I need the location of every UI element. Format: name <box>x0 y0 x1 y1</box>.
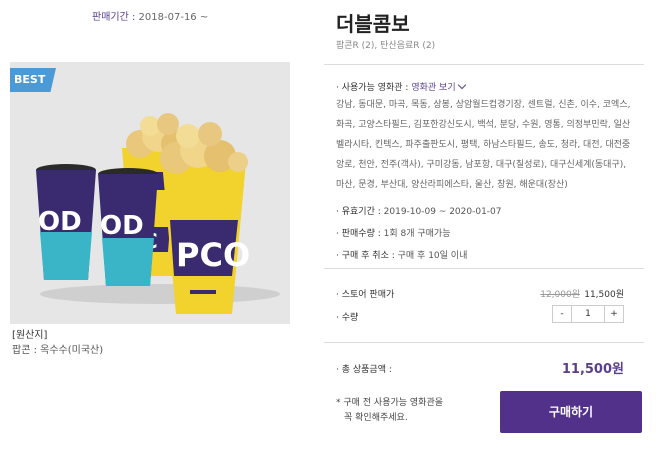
theaters-label: 사용가능 영화관 : <box>341 83 409 93</box>
bullet: · <box>336 207 339 217</box>
chevron-down-icon[interactable] <box>457 80 466 90</box>
quantity-limit-row: · 판매수량 : 1회 8개 구매가능 <box>336 226 636 239</box>
store-price-row: · 스토어 판매가 12,000원 11,500원 <box>336 287 636 300</box>
quantity-limit-label: 판매수량 : <box>341 229 381 239</box>
cup-text-drink-left: OD <box>38 207 82 237</box>
quantity-limit-value: 1회 8개 구매가능 <box>383 229 451 239</box>
theater-line: 화곡, 고양스타필드, 김포한강신도시, 백석, 분당, 수원, 영통, 의정부… <box>336 120 631 130</box>
theaters-link-text[interactable]: 영화관 보기 <box>411 83 455 93</box>
purchase-notice: * 구매 전 사용가능 영화관을 꼭 확인해주세요. <box>336 396 486 426</box>
sale-price: 11,500원 <box>584 290 624 300</box>
old-price: 12,000원 <box>540 290 580 300</box>
divider <box>324 64 644 65</box>
decrease-button[interactable]: - <box>553 306 571 322</box>
cancel-value: 구매 후 10일 이내 <box>397 251 468 261</box>
buy-button[interactable]: 구매하기 <box>500 391 642 433</box>
bullet: · <box>336 83 339 93</box>
sale-period: 판매기간 : 2018-07-16 ~ <box>92 8 208 23</box>
product-image: C PCO OD OD BEST <box>10 62 290 324</box>
product-subtitle: 팝콘R (2), 탄산음료R (2) <box>336 41 436 51</box>
notice-line: * 구매 전 사용가능 영화관을 <box>336 398 444 408</box>
theater-line: 앙로, 천안, 전주(객사), 구미강동, 남포항, 대구(칠성로), 대구신세… <box>336 160 627 170</box>
validity-row: · 유효기간 : 2019-10-09 ~ 2020-01-07 <box>336 204 636 217</box>
theater-line: 마산, 문경, 부산대, 양산라피에스타, 울산, 창원, 해운대(장산) <box>336 180 568 190</box>
quantity-row: · 수량 - 1 + <box>336 305 636 323</box>
divider <box>324 342 644 343</box>
cancel-label: 구매 후 취소 : <box>341 251 395 261</box>
sale-period-value: 2018-07-16 ~ <box>138 12 209 23</box>
origin-title: [원산지] <box>12 330 48 341</box>
increase-button[interactable]: + <box>605 306 623 322</box>
divider <box>324 268 644 269</box>
cancel-row: · 구매 후 취소 : 구매 후 10일 이내 <box>336 248 636 261</box>
combo-illustration: C PCO OD OD <box>36 113 280 314</box>
best-badge: BEST <box>10 68 56 92</box>
bullet: · <box>336 251 339 261</box>
sale-period-label: 판매기간 : <box>92 12 136 23</box>
quantity-stepper[interactable]: - 1 + <box>552 305 624 323</box>
theater-line: 벨라시타, 킨텍스, 파주출판도시, 평택, 하남스타필드, 송도, 청라, 대… <box>336 140 631 150</box>
product-title: 더블콤보 <box>336 12 410 36</box>
validity-value: 2019-10-09 ~ 2020-01-07 <box>383 207 502 217</box>
cup-text-drink-right: OD <box>100 211 144 241</box>
total-price: 11,500원 <box>561 362 624 377</box>
product-info: · 사용가능 영화관 : 영화관 보기 강남, 동대문, 마곡, 목동, 상봉,… <box>336 80 636 270</box>
theaters-link[interactable]: 영화관 보기 <box>411 80 466 93</box>
theaters-row: · 사용가능 영화관 : 영화관 보기 강남, 동대문, 마곡, 목동, 상봉,… <box>336 80 636 195</box>
total-label: 총 상품금액 : <box>341 365 392 375</box>
origin-value: 팝콘 : 옥수수(미국산) <box>12 345 104 356</box>
quantity-label: 수량 <box>341 313 359 323</box>
notice-line: 꼭 확인해주세요. <box>344 413 408 423</box>
quantity-input[interactable]: 1 <box>571 306 605 322</box>
theater-line: 강남, 동대문, 마곡, 목동, 상봉, 상암월드컵경기장, 센트럴, 신촌, … <box>336 100 631 110</box>
theater-list: 강남, 동대문, 마곡, 목동, 상봉, 상암월드컵경기장, 센트럴, 신촌, … <box>336 95 636 195</box>
bullet: · <box>336 229 339 239</box>
total-row: · 총 상품금액 : 11,500원 <box>336 362 636 377</box>
validity-label: 유효기간 : <box>341 207 381 217</box>
store-price-label: 스토어 판매가 <box>341 290 395 300</box>
cup-text-popcorn-front: PCO <box>176 236 250 274</box>
